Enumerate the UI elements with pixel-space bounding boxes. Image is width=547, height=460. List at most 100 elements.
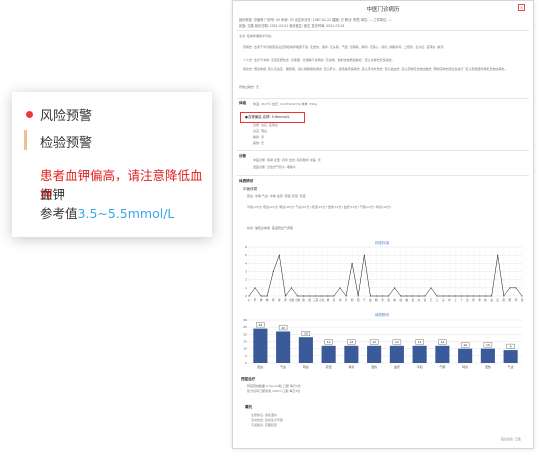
- x-tick-label: 胆: [284, 298, 287, 302]
- document-title: 中医门诊病历: [366, 7, 400, 13]
- series-line: [248, 255, 523, 297]
- warning-popup: 风险预警 检验预警 患者血钾偏高，请注意降低血钾 血钾 参考值3.5~5.5mm…: [12, 92, 212, 237]
- active-indicator: [24, 130, 27, 150]
- data-point: [448, 295, 450, 297]
- bar: [344, 345, 359, 363]
- x-tick-label: 特禀: [462, 364, 468, 369]
- data-point: [260, 295, 262, 297]
- diagnosis-section-title: 诊断: [239, 154, 247, 158]
- tongue-row: 舌苔: 薄白: [253, 129, 267, 133]
- data-point: [430, 287, 432, 289]
- warning-message: 患者血钾偏高，请注意降低血钾: [40, 168, 203, 202]
- data-point: [375, 295, 377, 297]
- data-point: [436, 295, 438, 297]
- data-point: [248, 295, 250, 297]
- x-tick-label: 肾: [272, 298, 275, 302]
- data-point: [388, 295, 390, 297]
- data-point: [503, 295, 505, 297]
- x-tick-label: 痰湿: [326, 364, 332, 369]
- y-tick-label: 5: [245, 354, 247, 358]
- data-point: [485, 295, 487, 297]
- advice-row: 注意休息, 多饮温水: [251, 413, 277, 417]
- data-point: [327, 295, 329, 297]
- history-para: 既往史: 既往体健, 否认高血压、糖尿病、冠心病等慢性病史, 否认肝炎、结核等传…: [243, 67, 508, 71]
- doctor-signature: 医生签名: 王医: [501, 437, 521, 441]
- bar: [276, 331, 291, 363]
- x-tick-label: 督: [327, 298, 330, 302]
- data-point: [479, 295, 481, 297]
- data-point: [363, 254, 365, 256]
- x-tick-label: 中: [448, 298, 451, 302]
- divider: [237, 175, 529, 176]
- y-tick-label: 10: [243, 347, 247, 351]
- x-tick-label: 湿热: [371, 364, 377, 369]
- diagnosis-row: 西医诊断: 急性支气管炎, 咽喉炎: [253, 165, 296, 169]
- tongue-row: 舌质: 淡红, 苔薄白: [253, 123, 278, 127]
- x-tick-label: 志: [418, 298, 421, 302]
- x-tick-label: 脾: [260, 298, 263, 302]
- bar-chart: 体质辨识 0 5 10 15 20 25 30 24 阳虚 22 气虚 18 阴虚 12 痰湿 12 特禀 12 湿热…: [243, 312, 522, 369]
- chart-title: 判定标准: [375, 240, 390, 245]
- x-tick-label: 宗: [442, 298, 445, 302]
- y-tick-label: 3: [245, 270, 247, 274]
- bar: [389, 345, 404, 363]
- chief-complaint: 主诉: 咳嗽伴咽痛半月余。: [239, 34, 274, 38]
- y-tick-label: 1: [245, 286, 247, 290]
- data-point: [309, 295, 311, 297]
- x-tick-label: 小肠: [295, 298, 301, 302]
- data-point: [491, 295, 493, 297]
- y-tick-label: 30: [243, 318, 247, 322]
- bar: [412, 345, 427, 363]
- x-tick-label: 膀: [302, 298, 305, 302]
- data-point: [509, 287, 511, 289]
- data-label: 12: [418, 340, 422, 344]
- x-tick-label: 气虚: [280, 364, 286, 369]
- constitution-subtitle: 中医体质: [243, 187, 258, 191]
- x-tick-label: 带: [345, 298, 348, 302]
- data-point: [345, 295, 347, 297]
- x-tick-label: 营: [424, 298, 427, 302]
- data-point: [472, 295, 474, 297]
- data-point: [284, 295, 286, 297]
- y-tick-label: 5: [245, 253, 247, 257]
- allergy-history: 药物过敏史: 无: [239, 85, 259, 89]
- data-point: [369, 295, 371, 297]
- x-tick-label: 津: [381, 298, 384, 302]
- x-tick-label: 意: [412, 298, 415, 302]
- x-tick-label: 阴: [351, 298, 354, 302]
- chart-title: 体质辨识: [375, 312, 390, 317]
- data-point: [254, 287, 256, 289]
- close-icon[interactable]: ×: [518, 4, 525, 11]
- x-tick-label: 胃: [278, 298, 281, 302]
- vitals: 体温: 36.5℃ 血压: 110/70mmHg 体重: 55kg: [253, 102, 317, 106]
- x-tick-label: 精: [375, 298, 378, 302]
- data-point: [272, 271, 274, 272]
- data-point: [381, 295, 383, 297]
- y-tick-label: 25: [243, 325, 247, 329]
- bar: [458, 348, 473, 363]
- lab-item-name: 血钾: [40, 187, 66, 202]
- x-tick-label: 寒: [478, 298, 481, 302]
- x-tick-label: 心包: [319, 298, 325, 302]
- data-point: [339, 287, 341, 289]
- risk-warning-tab[interactable]: 风险预警: [40, 105, 92, 124]
- x-tick-label: 卫: [430, 299, 433, 302]
- bar: [480, 348, 495, 363]
- treatment-row: 阿莫西林胶囊 0.5g×24粒 口服 每日3次: [247, 384, 301, 388]
- x-tick-label: 表: [466, 298, 469, 302]
- x-tick-label: 神: [393, 298, 396, 302]
- history-para: 现病史: 患者于半月前受凉后出现咳嗽伴咽痛不适, 无发热、畏寒, 无头痛、气促,…: [243, 45, 447, 49]
- bar: [367, 345, 382, 363]
- data-point: [497, 254, 499, 256]
- bar: [253, 328, 268, 363]
- x-tick-label: 特禀: [348, 364, 354, 369]
- data-point: [278, 254, 280, 256]
- y-tick-label: 20: [243, 332, 247, 336]
- data-point: [442, 295, 444, 297]
- data-point: [266, 295, 268, 297]
- data-point: [394, 287, 396, 289]
- x-tick-label: 阳: [509, 298, 512, 302]
- lab-warning-tab[interactable]: 检验预警: [40, 132, 92, 151]
- lab-alert-text[interactable]: ●血钾偏高 血钾: 5.8mmol/L: [245, 114, 290, 119]
- y-tick-label: 0: [245, 294, 247, 298]
